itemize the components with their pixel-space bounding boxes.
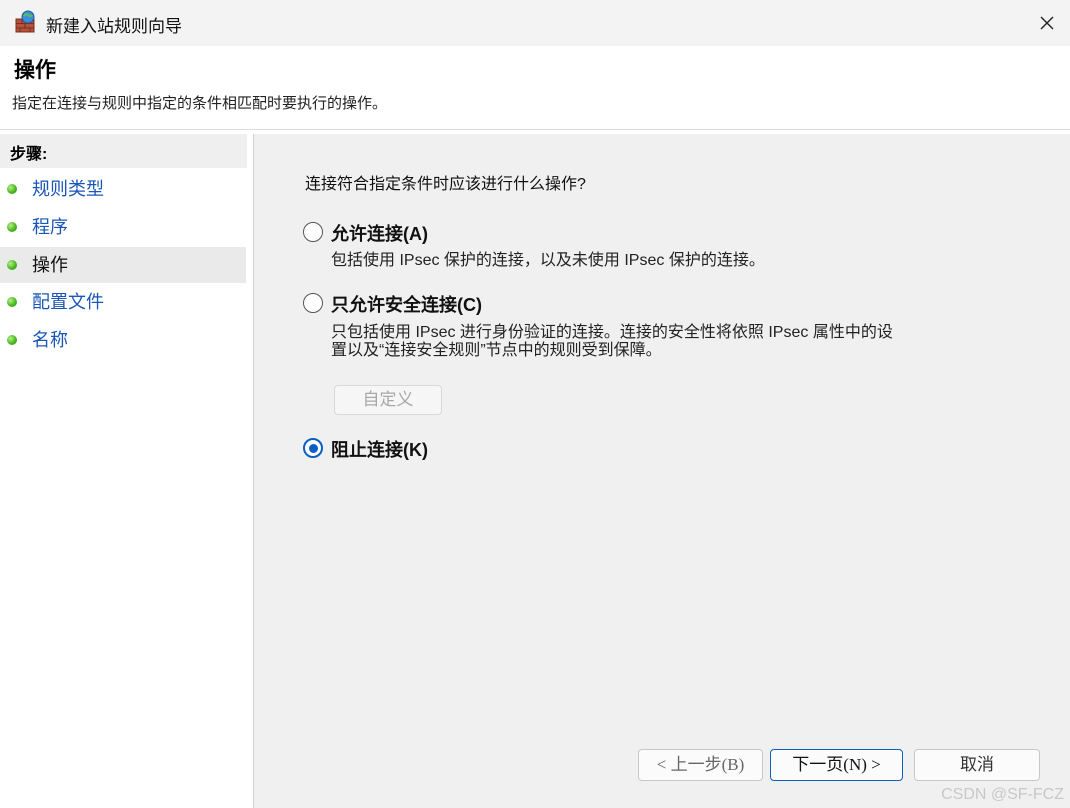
allow-secure-description-line2: 置以及“连接安全规则”节点中的规则受到保障。 xyxy=(331,342,662,359)
step-label: 操作 xyxy=(32,255,68,275)
step-profile[interactable]: 配置文件 xyxy=(0,284,246,320)
block-connection-radio[interactable] xyxy=(303,438,323,458)
status-dot-icon xyxy=(7,184,17,194)
status-dot-icon xyxy=(7,222,17,232)
customize-button[interactable]: 自定义 xyxy=(334,385,442,415)
step-label: 程序 xyxy=(32,217,68,237)
wizard-header: 操作 指定在连接与规则中指定的条件相匹配时要执行的操作。 xyxy=(0,46,1070,130)
window-title: 新建入站规则向导 xyxy=(46,17,182,36)
allow-connection-radio[interactable] xyxy=(303,222,323,242)
status-dot-icon xyxy=(7,260,17,270)
step-program[interactable]: 程序 xyxy=(0,209,246,245)
watermark: CSDN @SF-FCZ xyxy=(941,786,1064,803)
back-button[interactable]: < 上一步(B) xyxy=(638,749,763,781)
allow-secure-label[interactable]: 只允许安全连接(C) xyxy=(331,291,482,317)
step-label: 配置文件 xyxy=(32,292,104,312)
step-rule-type[interactable]: 规则类型 xyxy=(0,171,246,207)
step-name[interactable]: 名称 xyxy=(0,322,246,358)
block-connection-label[interactable]: 阻止连接(K) xyxy=(331,436,428,462)
step-label: 规则类型 xyxy=(32,179,104,199)
action-question: 连接符合指定条件时应该进行什么操作? xyxy=(305,176,586,193)
title-bar: 新建入站规则向导 xyxy=(0,0,1070,46)
steps-label: 步骤: xyxy=(0,134,247,168)
page-description: 指定在连接与规则中指定的条件相匹配时要执行的操作。 xyxy=(12,95,388,112)
status-dot-icon xyxy=(7,335,17,345)
status-dot-icon xyxy=(7,297,17,307)
main-panel: 连接符合指定条件时应该进行什么操作? 允许连接(A) 包括使用 IPsec 保护… xyxy=(253,134,1070,808)
steps-sidebar: 步骤: 规则类型 程序 操作 配置文件 名称 xyxy=(0,134,247,808)
step-label: 名称 xyxy=(32,330,68,350)
step-action[interactable]: 操作 xyxy=(0,247,246,283)
next-button[interactable]: 下一页(N) > xyxy=(770,749,903,781)
page-title: 操作 xyxy=(14,59,56,82)
close-icon xyxy=(1040,16,1054,30)
firewall-icon xyxy=(15,10,35,33)
cancel-button[interactable]: 取消 xyxy=(914,749,1040,781)
allow-connection-description: 包括使用 IPsec 保护的连接，以及未使用 IPsec 保护的连接。 xyxy=(331,252,765,269)
allow-secure-radio[interactable] xyxy=(303,293,323,313)
close-button[interactable] xyxy=(1024,0,1070,46)
allow-connection-label[interactable]: 允许连接(A) xyxy=(331,220,428,246)
allow-secure-description-line1: 只包括使用 IPsec 进行身份验证的连接。连接的安全性将依照 IPsec 属性… xyxy=(331,324,893,341)
